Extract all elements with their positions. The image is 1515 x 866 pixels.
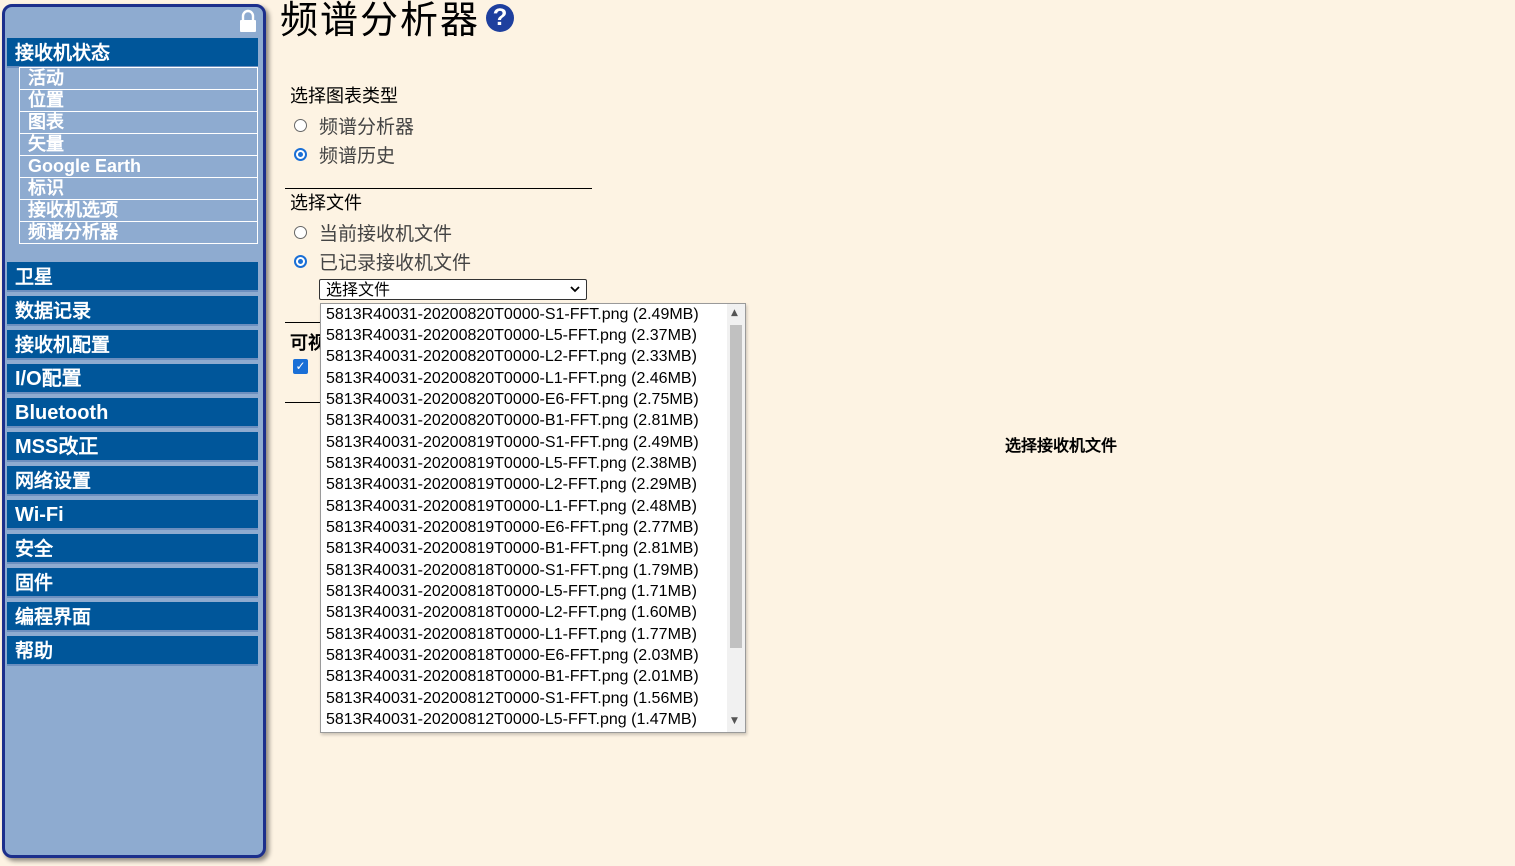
radio-label: 已记录接收机文件 bbox=[319, 251, 472, 274]
sidebar-item-spectrum-analyzer[interactable]: 频谱分析器 bbox=[19, 222, 258, 244]
menu-data-logging[interactable]: 数据记录 bbox=[7, 296, 258, 326]
receiver-status-submenu: 活动 位置 图表 矢量 Google Earth 标识 接收机选项 频谱分析器 bbox=[19, 67, 258, 244]
menu-bluetooth[interactable]: Bluetooth bbox=[7, 398, 258, 428]
sidebar-item-google-earth[interactable]: Google Earth bbox=[19, 156, 258, 178]
list-item[interactable]: 5813R40031-20200818T0000-L1-FFT.png (1.7… bbox=[326, 624, 697, 645]
list-item[interactable]: 5813R40031-20200819T0000-B1-FFT.png (2.8… bbox=[326, 538, 699, 559]
list-item[interactable]: 5813R40031-20200819T0000-E6-FFT.png (2.7… bbox=[326, 517, 699, 538]
visible-checkbox[interactable]: ✓ bbox=[293, 359, 308, 374]
dropdown-scrollbar[interactable]: ▲ ▼ bbox=[727, 304, 745, 732]
radio-button-selected[interactable] bbox=[294, 254, 307, 268]
list-item[interactable]: 5813R40031-20200818T0000-L2-FFT.png (1.6… bbox=[326, 602, 697, 623]
radio-spectrum-history[interactable]: 频谱历史 bbox=[294, 142, 396, 167]
scroll-up-arrow-icon[interactable]: ▲ bbox=[731, 308, 738, 318]
menu-satellites[interactable]: 卫星 bbox=[7, 262, 258, 292]
menu-receiver-status[interactable]: 接收机状态 bbox=[7, 38, 258, 68]
list-item[interactable]: 5813R40031-20200812T0000-L5-FFT.png (1.4… bbox=[326, 709, 697, 730]
menu-mss-correction[interactable]: MSS改正 bbox=[7, 432, 258, 462]
menu-help[interactable]: 帮助 bbox=[7, 636, 258, 666]
menu-firmware[interactable]: 固件 bbox=[7, 568, 258, 598]
file-select-value: 选择文件 bbox=[326, 280, 391, 299]
file-source-label: 选择文件 bbox=[290, 193, 362, 214]
list-item[interactable]: 5813R40031-20200819T0000-L5-FFT.png (2.3… bbox=[326, 453, 697, 474]
menu-security[interactable]: 安全 bbox=[7, 534, 258, 564]
radio-label: 当前接收机文件 bbox=[319, 222, 453, 245]
list-item[interactable]: 5813R40031-20200820T0000-E6-FFT.png (2.7… bbox=[326, 389, 699, 410]
list-item[interactable]: 5813R40031-20200820T0000-L5-FFT.png (2.3… bbox=[326, 325, 697, 346]
radio-current-receiver-file[interactable]: 当前接收机文件 bbox=[294, 220, 453, 245]
chevron-down-icon bbox=[569, 282, 581, 301]
lock-icon[interactable] bbox=[239, 9, 257, 33]
list-item[interactable]: 5813R40031-20200819T0000-L1-FFT.png (2.4… bbox=[326, 496, 697, 517]
list-item[interactable]: 5813R40031-20200818T0000-L5-FFT.png (1.7… bbox=[326, 581, 697, 602]
chart-type-label: 选择图表类型 bbox=[290, 86, 398, 107]
sidebar-item-identity[interactable]: 标识 bbox=[19, 178, 258, 200]
menu-wifi[interactable]: Wi-Fi bbox=[7, 500, 258, 530]
scrollbar-thumb[interactable] bbox=[730, 325, 742, 648]
list-item[interactable]: 5813R40031-20200820T0000-L2-FFT.png (2.3… bbox=[326, 346, 697, 367]
divider bbox=[285, 188, 592, 189]
list-item[interactable]: 5813R40031-20200812T0000-S1-FFT.png (1.5… bbox=[326, 688, 699, 709]
question-icon[interactable]: ? bbox=[486, 4, 514, 32]
radio-label: 频谱历史 bbox=[319, 144, 396, 167]
list-item[interactable]: 5813R40031-20200820T0000-S1-FFT.png (2.4… bbox=[326, 304, 699, 325]
list-item[interactable]: 5813R40031-20200819T0000-L2-FFT.png (2.2… bbox=[326, 474, 697, 495]
list-item[interactable]: 5813R40031-20200818T0000-B1-FFT.png (2.0… bbox=[326, 666, 699, 687]
radio-spectrum-analyzer[interactable]: 频谱分析器 bbox=[294, 113, 415, 138]
divider bbox=[285, 402, 321, 403]
divider bbox=[285, 322, 321, 323]
list-item[interactable]: 5813R40031-20200819T0000-S1-FFT.png (2.4… bbox=[326, 432, 699, 453]
sidebar-item-charts[interactable]: 图表 bbox=[19, 112, 258, 134]
radio-label: 频谱分析器 bbox=[319, 115, 415, 138]
status-message: 选择接收机文件 bbox=[1005, 436, 1118, 455]
menu-network-settings[interactable]: 网络设置 bbox=[7, 466, 258, 496]
file-dropdown-list[interactable]: 5813R40031-20200820T0000-S1-FFT.png (2.4… bbox=[320, 303, 746, 733]
sidebar-item-position[interactable]: 位置 bbox=[19, 90, 258, 112]
sidebar-item-vector[interactable]: 矢量 bbox=[19, 134, 258, 156]
page-title: 频谱分析器 bbox=[280, 0, 481, 42]
menu-receiver-config[interactable]: 接收机配置 bbox=[7, 330, 258, 360]
radio-button[interactable] bbox=[294, 118, 307, 132]
list-item[interactable]: 5813R40031-20200820T0000-B1-FFT.png (2.8… bbox=[326, 410, 699, 431]
sidebar-item-receiver-options[interactable]: 接收机选项 bbox=[19, 200, 258, 222]
sidebar-item-activity[interactable]: 活动 bbox=[19, 67, 258, 90]
list-item[interactable]: 5813R40031-20200818T0000-E6-FFT.png (2.0… bbox=[326, 645, 699, 666]
radio-button-selected[interactable] bbox=[294, 147, 307, 161]
menu-programming-interface[interactable]: 编程界面 bbox=[7, 602, 258, 632]
file-select[interactable]: 选择文件 bbox=[319, 279, 587, 300]
radio-button[interactable] bbox=[294, 225, 307, 239]
radio-logged-receiver-file[interactable]: 已记录接收机文件 bbox=[294, 249, 472, 274]
menu-io-config[interactable]: I/O配置 bbox=[7, 364, 258, 394]
scroll-down-arrow-icon[interactable]: ▼ bbox=[731, 716, 738, 726]
list-item[interactable]: 5813R40031-20200820T0000-L1-FFT.png (2.4… bbox=[326, 368, 697, 389]
list-item[interactable]: 5813R40031-20200818T0000-S1-FFT.png (1.7… bbox=[326, 560, 699, 581]
